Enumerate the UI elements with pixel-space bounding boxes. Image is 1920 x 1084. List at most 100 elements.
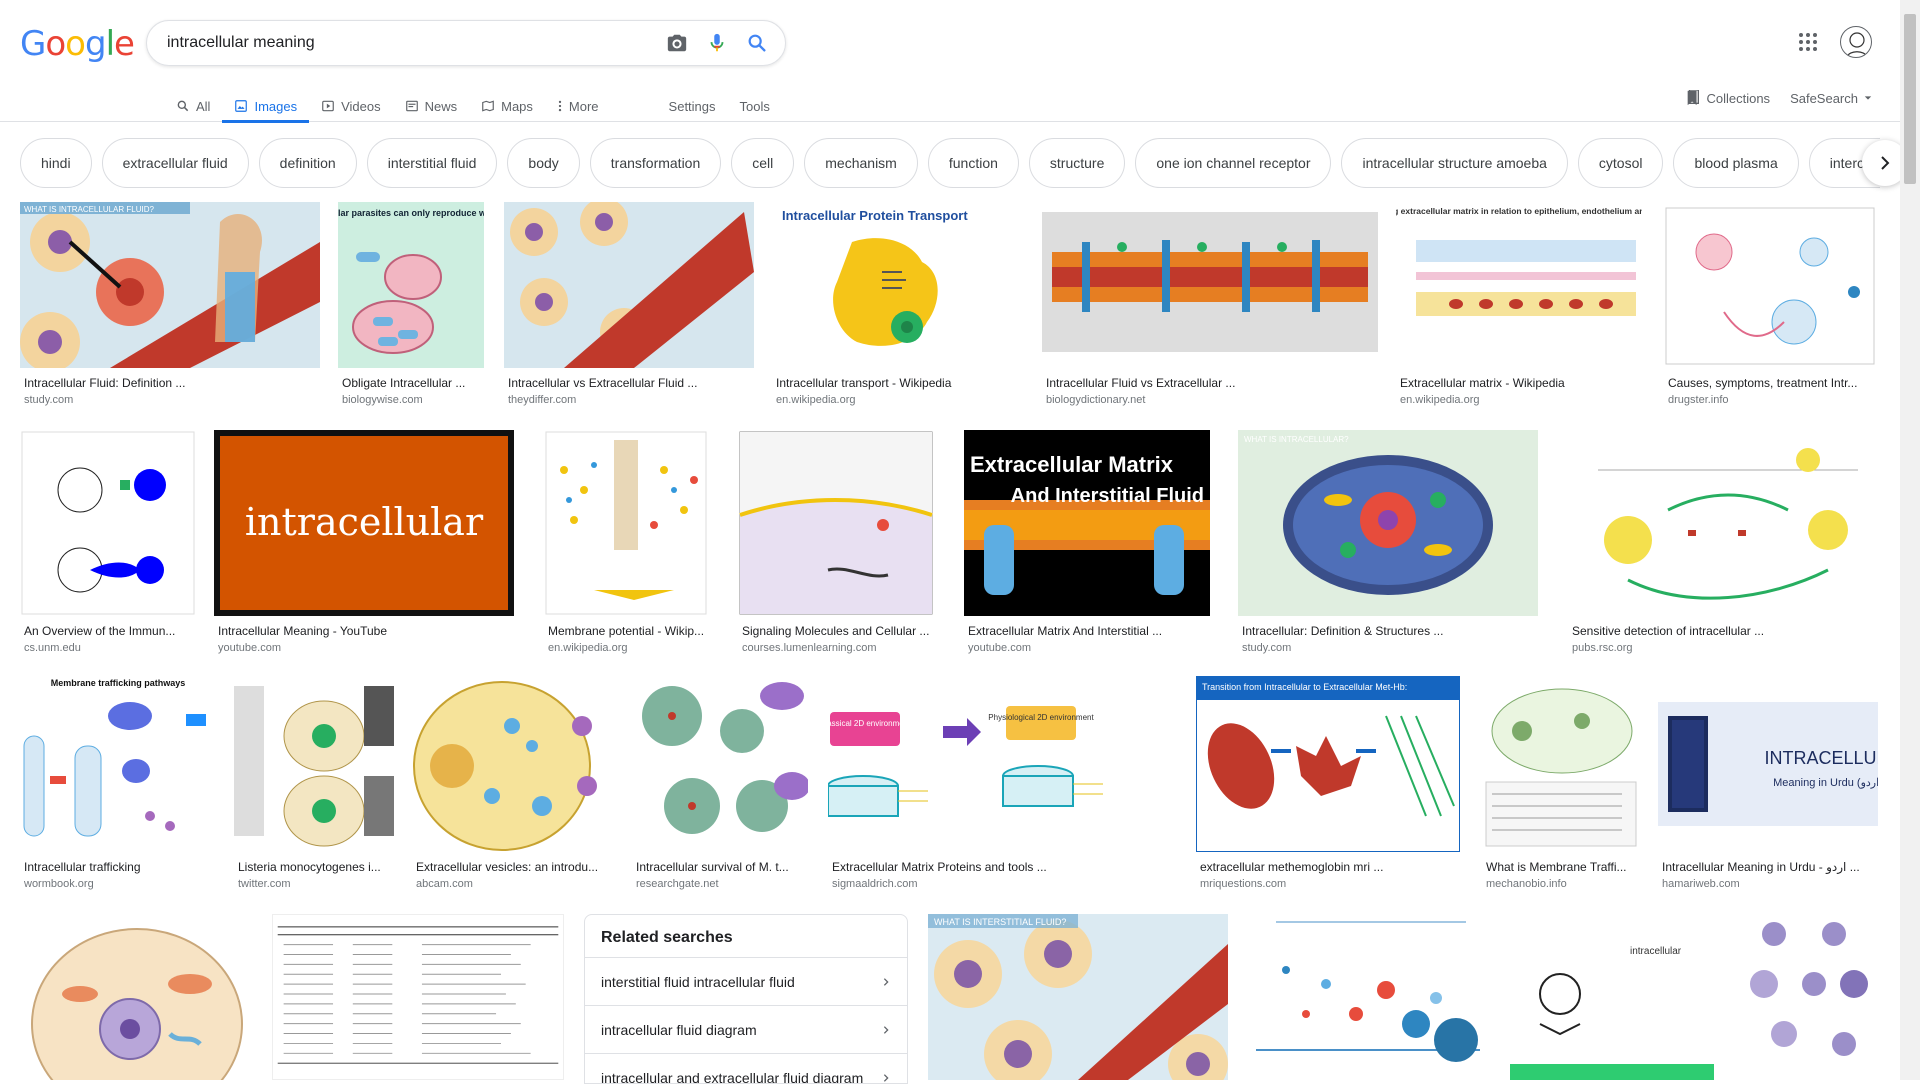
result-title[interactable]: Extracellular vesicles: an introdu...: [412, 860, 612, 874]
image-result[interactable]: Transition from Intracellular to Extrace…: [1196, 676, 1460, 890]
image-thumbnail[interactable]: [234, 676, 394, 852]
result-title[interactable]: Intracellular Fluid: Definition ...: [20, 376, 320, 390]
result-source[interactable]: sigmaaldrich.com: [828, 878, 1176, 890]
image-thumbnail[interactable]: intracellular: [214, 430, 514, 616]
tab-all[interactable]: All: [164, 90, 222, 122]
result-title[interactable]: Listeria monocytogenes i...: [234, 860, 394, 874]
image-thumbnail[interactable]: Obligate intracellular parasites can onl…: [338, 202, 484, 368]
result-title[interactable]: Intracellular transport - Wikipedia: [772, 376, 1022, 390]
image-thumbnail[interactable]: [1568, 430, 1876, 616]
filter-chip[interactable]: body: [507, 138, 579, 188]
image-result[interactable]: Signaling Molecules and Cellular ... cour…: [738, 430, 934, 654]
image-thumbnail[interactable]: Membrane trafficking pathways: [20, 676, 216, 852]
google-logo[interactable]: Google: [20, 24, 134, 64]
result-source[interactable]: study.com: [20, 394, 320, 406]
tools-link[interactable]: Tools: [728, 90, 782, 122]
filter-chip[interactable]: structure: [1029, 138, 1125, 188]
result-source[interactable]: theydiffer.com: [504, 394, 754, 406]
result-title[interactable]: Sensitive detection of intracellular ...: [1568, 624, 1876, 638]
result-title[interactable]: Intracellular Meaning in Urdu - اردو ...: [1658, 860, 1878, 874]
result-title[interactable]: Intracellular: Definition & Structures .…: [1238, 624, 1538, 638]
related-search-item[interactable]: intracellular fluid diagram: [585, 1005, 907, 1053]
result-source[interactable]: twitter.com: [234, 878, 394, 890]
result-title[interactable]: Extracellular Matrix And Interstitial ..…: [964, 624, 1210, 638]
image-result[interactable]: Intracellular Fluid vs Extracellular ...…: [1042, 202, 1378, 406]
result-source[interactable]: mriquestions.com: [1196, 878, 1460, 890]
camera-icon[interactable]: [657, 23, 697, 63]
image-thumbnail[interactable]: [544, 430, 708, 616]
result-source[interactable]: researchgate.net: [632, 878, 808, 890]
image-result[interactable]: intracellular Intracellular Meaning - You…: [214, 430, 514, 654]
collections-button[interactable]: Collections: [1686, 90, 1770, 106]
result-source[interactable]: drugster.info: [1664, 394, 1876, 406]
image-result[interactable]: Extracellular MatrixAnd Interstitial Flu…: [964, 430, 1210, 654]
image-result[interactable]: [20, 914, 254, 1080]
scrollbar-thumb[interactable]: [1904, 14, 1916, 184]
tab-images[interactable]: Images: [222, 90, 309, 122]
result-title[interactable]: An Overview of the Immun...: [20, 624, 196, 638]
result-source[interactable]: wormbook.org: [20, 878, 216, 890]
image-thumbnail[interactable]: [1664, 202, 1876, 368]
tab-more[interactable]: More: [545, 90, 611, 122]
filter-chip[interactable]: cytosol: [1578, 138, 1664, 188]
image-result[interactable]: Membrane trafficking pathways Intracellul…: [20, 676, 216, 890]
image-result[interactable]: WHAT IS INTERSTITIAL FLUID?: [928, 914, 1228, 1080]
image-result[interactable]: intracellular: [1510, 914, 1714, 1080]
image-result[interactable]: [1734, 914, 1880, 1080]
image-thumbnail[interactable]: [632, 676, 808, 852]
image-result[interactable]: Intracellular survival of M. t... researc…: [632, 676, 808, 890]
image-result[interactable]: Listeria monocytogenes i... twitter.com: [234, 676, 394, 890]
image-result[interactable]: Membrane potential - Wikip...en.wikipedi…: [544, 430, 708, 654]
filter-chip[interactable]: blood plasma: [1673, 138, 1798, 188]
result-source[interactable]: en.wikipedia.org: [772, 394, 1022, 406]
filter-chip[interactable]: hindi: [20, 138, 92, 188]
filter-chip[interactable]: extracellular fluid: [102, 138, 249, 188]
image-result[interactable]: [272, 914, 564, 1080]
result-title[interactable]: Intracellular Meaning - YouTube: [214, 624, 514, 638]
related-search-item[interactable]: intracellular and extracellular fluid di…: [585, 1053, 907, 1084]
image-result[interactable]: Intracellular vs Extracellular Fluid ...…: [504, 202, 754, 406]
result-source[interactable]: study.com: [1238, 642, 1538, 654]
result-title[interactable]: Causes, symptoms, treatment Intr...: [1664, 376, 1876, 390]
tab-maps[interactable]: Maps: [469, 90, 545, 122]
result-source[interactable]: en.wikipedia.org: [1396, 394, 1642, 406]
microphone-icon[interactable]: [697, 23, 737, 63]
scrollbar[interactable]: [1900, 0, 1920, 1080]
image-result[interactable]: Intracellular Protein TransportIntracell…: [772, 202, 1022, 406]
result-title[interactable]: Extracellular matrix - Wikipedia: [1396, 376, 1642, 390]
avatar[interactable]: [1840, 26, 1872, 58]
result-title[interactable]: Signaling Molecules and Cellular ...: [738, 624, 934, 638]
image-result[interactable]: What is Membrane Traffi...mechanobio.inf…: [1482, 676, 1640, 890]
filter-chip[interactable]: cell: [731, 138, 794, 188]
image-thumbnail[interactable]: [412, 676, 612, 852]
image-result[interactable]: WHAT IS INTRACELLULAR FLUID?Intracellula…: [20, 202, 320, 406]
search-icon[interactable]: [737, 23, 777, 63]
result-title[interactable]: Extracellular Matrix Proteins and tools …: [828, 860, 1176, 874]
image-result[interactable]: Extracellular vesicles: an introdu...abc…: [412, 676, 612, 890]
filter-chip[interactable]: mechanism: [804, 138, 918, 188]
filter-chip[interactable]: definition: [259, 138, 357, 188]
result-title[interactable]: Intracellular trafficking: [20, 860, 216, 874]
image-thumbnail[interactable]: WHAT IS INTRACELLULAR?: [1238, 430, 1538, 616]
image-result[interactable]: Causes, symptoms, treatment Intr... drugs…: [1664, 202, 1876, 406]
result-source[interactable]: courses.lumenlearning.com: [738, 642, 934, 654]
image-result[interactable]: WHAT IS INTRACELLULAR? Intracellular: Def…: [1238, 430, 1538, 654]
image-result[interactable]: Sensitive detection of intracellular ...…: [1568, 430, 1876, 654]
image-thumbnail[interactable]: [738, 430, 934, 616]
result-source[interactable]: pubs.rsc.org: [1568, 642, 1876, 654]
result-title[interactable]: Intracellular survival of M. t...: [632, 860, 808, 874]
result-source[interactable]: youtube.com: [214, 642, 514, 654]
result-title[interactable]: Intracellular Fluid vs Extracellular ...: [1042, 376, 1378, 390]
image-thumbnail[interactable]: [504, 202, 754, 368]
apps-grid-icon[interactable]: [1796, 30, 1820, 54]
settings-link[interactable]: Settings: [657, 90, 728, 122]
filter-chip[interactable]: transformation: [590, 138, 721, 188]
image-result[interactable]: An Overview of the Immun...cs.unm.edu: [20, 430, 196, 654]
image-thumbnail[interactable]: [1042, 202, 1378, 368]
filter-chip[interactable]: one ion channel receptor: [1135, 138, 1331, 188]
image-thumbnail[interactable]: [1482, 676, 1640, 852]
image-thumbnail[interactable]: Transition from Intracellular to Extrace…: [1196, 676, 1460, 852]
result-source[interactable]: biologywise.com: [338, 394, 484, 406]
tab-news[interactable]: News: [393, 90, 470, 122]
image-thumbnail[interactable]: Extracellular MatrixAnd Interstitial Flu…: [964, 430, 1210, 616]
